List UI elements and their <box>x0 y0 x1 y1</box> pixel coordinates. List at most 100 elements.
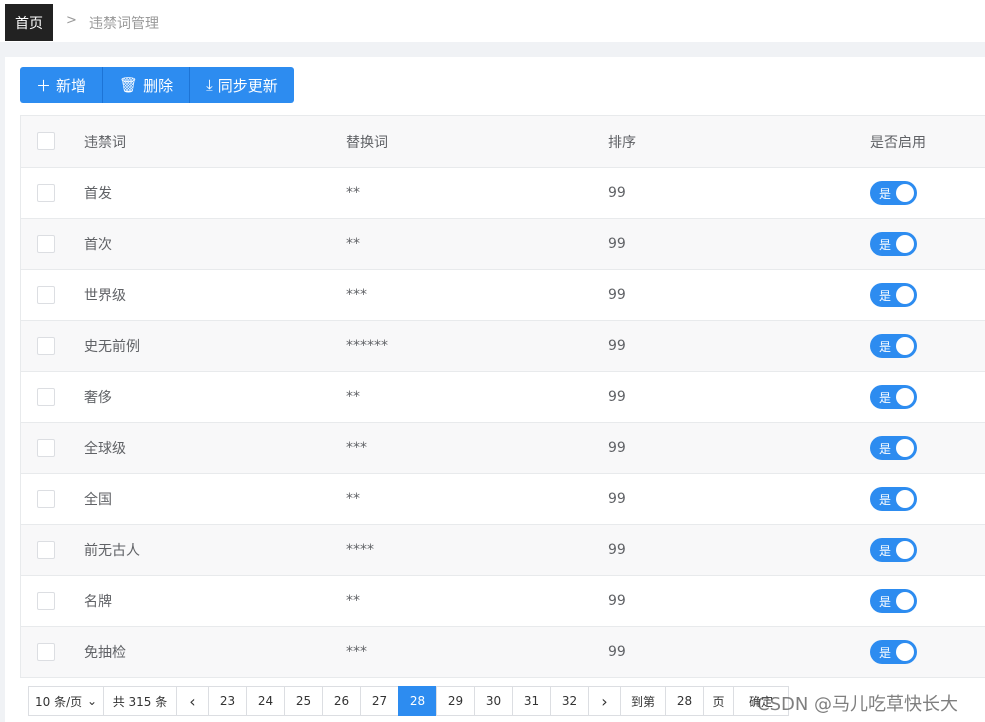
enabled-switch[interactable]: 是 <box>870 181 917 205</box>
cell-word: 史无前例 <box>84 339 140 355</box>
table-row: 名牌 ** 99 是 <box>21 576 985 627</box>
pagination: 10 条/页 ⌄ 共 315 条 ‹ 23 24 25 26 27 28 29 30 31 32 ›… <box>28 686 789 716</box>
page-number[interactable]: 31 <box>512 686 551 716</box>
toolbar: ＋新增 🗑 删除 ⤓ 同步更新 <box>20 67 294 103</box>
trash-icon: 🗑 <box>119 76 139 94</box>
enabled-switch[interactable]: 是 <box>870 640 917 664</box>
row-checkbox[interactable] <box>37 439 55 457</box>
enabled-switch[interactable]: 是 <box>870 385 917 409</box>
cell-replace: ** <box>346 236 360 252</box>
row-checkbox[interactable] <box>37 541 55 559</box>
table-row: 免抽检 *** 99 是 <box>21 627 985 678</box>
cell-replace: **** <box>346 542 374 558</box>
cell-sort: 99 <box>608 287 626 303</box>
row-checkbox[interactable] <box>37 592 55 610</box>
cell-sort: 99 <box>608 440 626 456</box>
row-checkbox[interactable] <box>37 235 55 253</box>
enabled-switch[interactable]: 是 <box>870 436 917 460</box>
cell-word: 免抽检 <box>84 645 126 661</box>
table-row: 全国 ** 99 是 <box>21 474 985 525</box>
page-number[interactable]: 23 <box>208 686 247 716</box>
header-replace: 替换词 <box>346 134 388 151</box>
cell-word: 首发 <box>84 186 112 202</box>
header-sort: 排序 <box>608 134 636 151</box>
cell-word: 世界级 <box>84 288 126 304</box>
next-page-icon[interactable]: › <box>588 686 621 716</box>
row-checkbox[interactable] <box>37 184 55 202</box>
table-header: 违禁词 替换词 排序 是否启用 <box>21 116 985 168</box>
cell-sort: 99 <box>608 491 626 507</box>
words-table: 违禁词 替换词 排序 是否启用 首发 ** 99 是首次 ** 99 是世界级 *** 99 是史… <box>20 115 985 678</box>
enabled-switch[interactable]: 是 <box>870 538 917 562</box>
breadcrumb-current: 违禁词管理 <box>89 16 159 32</box>
cell-word: 前无古人 <box>84 543 140 559</box>
cell-sort: 99 <box>608 644 626 660</box>
enabled-switch[interactable]: 是 <box>870 589 917 613</box>
select-all-checkbox[interactable] <box>37 132 55 150</box>
cell-replace: ** <box>346 185 360 201</box>
enabled-switch[interactable]: 是 <box>870 232 917 256</box>
cell-replace: ** <box>346 491 360 507</box>
watermark: CSDN @马儿吃草快长大 <box>757 694 959 715</box>
breadcrumb-separator-icon: > <box>66 13 77 28</box>
table-row: 首次 ** 99 是 <box>21 219 985 270</box>
cell-sort: 99 <box>608 338 626 354</box>
switch-knob <box>896 541 914 559</box>
sync-button[interactable]: ⤓ 同步更新 <box>190 67 294 103</box>
cell-sort: 99 <box>608 236 626 252</box>
download-icon: ⤓ <box>206 76 213 94</box>
switch-knob <box>896 643 914 661</box>
cell-replace: ****** <box>346 338 388 354</box>
page-number[interactable]: 25 <box>284 686 323 716</box>
row-checkbox[interactable] <box>37 388 55 406</box>
page-number[interactable]: 26 <box>322 686 361 716</box>
table-row: 首发 ** 99 是 <box>21 168 985 219</box>
goto-label: 到第 <box>620 686 666 716</box>
header-word: 违禁词 <box>84 134 126 151</box>
page-number[interactable]: 29 <box>436 686 475 716</box>
switch-knob <box>896 439 914 457</box>
row-checkbox[interactable] <box>37 643 55 661</box>
page-number[interactable]: 24 <box>246 686 285 716</box>
row-checkbox[interactable] <box>37 286 55 304</box>
table-row: 奢侈 ** 99 是 <box>21 372 985 423</box>
row-checkbox[interactable] <box>37 337 55 355</box>
cell-sort: 99 <box>608 185 626 201</box>
cell-sort: 99 <box>608 542 626 558</box>
table-row: 世界级 *** 99 是 <box>21 270 985 321</box>
plus-icon: ＋ <box>36 76 52 95</box>
goto-input[interactable]: 28 <box>665 686 704 716</box>
chevron-down-icon: ⌄ <box>86 694 97 708</box>
enabled-switch[interactable]: 是 <box>870 334 917 358</box>
page-size-select[interactable]: 10 条/页 ⌄ <box>28 686 104 716</box>
switch-knob <box>896 286 914 304</box>
enabled-switch[interactable]: 是 <box>870 487 917 511</box>
cell-sort: 99 <box>608 593 626 609</box>
add-button[interactable]: ＋新增 <box>20 67 104 103</box>
table-row: 前无古人 **** 99 是 <box>21 525 985 576</box>
row-checkbox[interactable] <box>37 490 55 508</box>
cell-word: 全国 <box>84 492 112 508</box>
table-row: 史无前例 ****** 99 是 <box>21 321 985 372</box>
delete-button[interactable]: 🗑 删除 <box>103 67 191 103</box>
switch-knob <box>896 388 914 406</box>
cell-sort: 99 <box>608 389 626 405</box>
page-number[interactable]: 28 <box>398 686 437 716</box>
cell-replace: *** <box>346 440 367 456</box>
home-tab[interactable]: 首页 <box>5 4 53 41</box>
cell-replace: ** <box>346 389 360 405</box>
enabled-switch[interactable]: 是 <box>870 283 917 307</box>
prev-page-icon[interactable]: ‹ <box>176 686 209 716</box>
switch-knob <box>896 235 914 253</box>
total-count: 共 315 条 <box>103 686 177 716</box>
cell-replace: ** <box>346 593 360 609</box>
page-number[interactable]: 30 <box>474 686 513 716</box>
page-number[interactable]: 27 <box>360 686 399 716</box>
cell-word: 全球级 <box>84 441 126 457</box>
cell-word: 名牌 <box>84 594 112 610</box>
page-label: 页 <box>703 686 734 716</box>
page-number[interactable]: 32 <box>550 686 589 716</box>
cell-word: 奢侈 <box>84 390 112 406</box>
switch-knob <box>896 337 914 355</box>
cell-replace: *** <box>346 287 367 303</box>
